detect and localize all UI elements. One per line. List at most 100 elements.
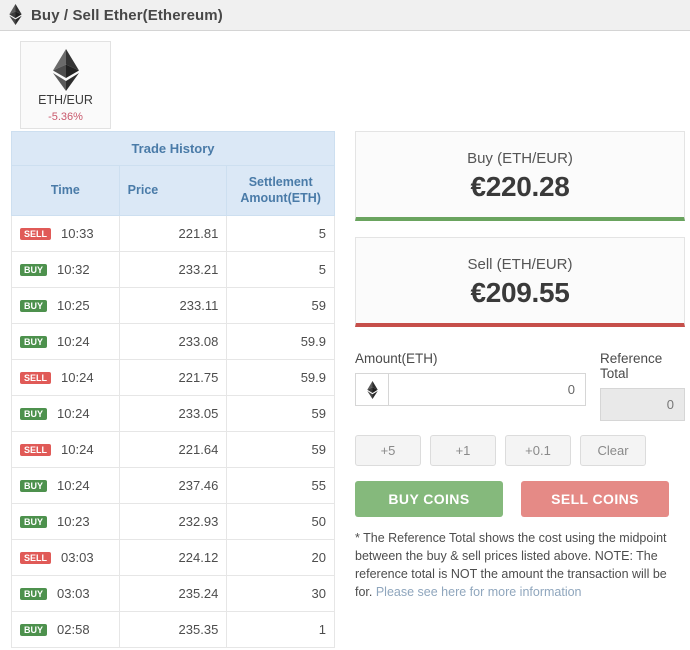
cell-time: BUY 03:03 [11,575,120,613]
amount-input[interactable] [388,373,586,406]
reference-total-input [600,388,685,421]
cell-time: SELL 03:03 [11,539,120,577]
amount-field-group: Amount(ETH) [355,351,586,421]
cell-time: BUY 10:24 [11,323,120,361]
more-information-link[interactable]: Please see here for more information [376,585,582,599]
side-badge: SELL [20,552,52,565]
ethereum-icon [52,48,80,92]
table-row: BUY 03:03 235.24 30 [11,575,335,613]
sell-coins-button[interactable]: SELL COINS [521,481,669,517]
column-header-time[interactable]: Time [11,164,120,217]
side-badge: BUY [20,480,48,493]
ethereum-icon [9,3,22,27]
buy-price-label: Buy (ETH/EUR) [467,150,573,167]
sell-price-label: Sell (ETH/EUR) [467,256,573,273]
cell-settlement-amount: 55 [226,467,335,505]
trade-time: 02:58 [57,622,90,638]
cell-time: SELL 10:33 [11,215,120,253]
trading-panel: Buy (ETH/EUR) €220.28 Sell (ETH/EUR) €20… [355,131,685,648]
cell-price: 235.35 [118,611,228,649]
cell-settlement-amount: 1 [226,611,335,649]
quick-amount-buttons: +5 +1 +0.1 Clear [355,435,685,466]
trade-time: 10:32 [57,262,90,278]
cell-price: 221.64 [118,431,228,469]
cell-price: 221.81 [118,215,228,253]
cell-settlement-amount: 50 [226,503,335,541]
side-badge: BUY [20,588,48,601]
currency-tile-pair: ETH/EUR [38,93,93,107]
table-header-row: Time Price Settlement Amount(ETH) [11,164,335,217]
reference-total-label: Reference Total [600,351,663,381]
trade-time: 10:25 [57,298,90,314]
cell-time: SELL 10:24 [11,359,120,397]
cell-time: SELL 10:24 [11,431,120,469]
cell-settlement-amount: 30 [226,575,335,613]
cell-settlement-amount: 59 [226,431,335,469]
cell-price: 221.75 [118,359,228,397]
buy-coins-button[interactable]: BUY COINS [355,481,503,517]
trade-history-body: SELL 10:33 221.81 5 BUY 10:32 233.21 5 BUY 10:25 2… [11,215,335,649]
trade-time: 10:23 [57,514,90,530]
quick-amount-button-clear[interactable]: Clear [580,435,646,466]
trade-history-title: Trade History [11,131,335,166]
side-badge: BUY [20,624,48,637]
quick-amount-button-5[interactable]: +5 [355,435,421,466]
cell-time: BUY 10:32 [11,251,120,289]
trade-time: 10:24 [61,442,94,458]
cell-price: 233.05 [118,395,228,433]
reference-total-group: Reference Total [600,351,685,421]
cell-settlement-amount: 5 [226,215,335,253]
cell-time: BUY 10:25 [11,287,120,325]
cell-settlement-amount: 59 [226,395,335,433]
trade-time: 03:03 [57,586,90,602]
cell-price: 237.46 [118,467,228,505]
quick-amount-button-1[interactable]: +1 [430,435,496,466]
cell-price: 232.93 [118,503,228,541]
side-badge: BUY [20,300,48,313]
cell-time: BUY 10:24 [11,395,120,433]
cell-settlement-amount: 59.9 [226,359,335,397]
currency-tile-eth-eur[interactable]: ETH/EUR -5.36% [20,41,111,129]
buy-price-card: Buy (ETH/EUR) €220.28 [355,131,685,221]
main-content: Trade History Time Price Settlement Amou… [0,131,690,649]
table-row: SELL 10:24 221.75 59.9 [11,359,335,397]
table-row: BUY 02:58 235.35 1 [11,611,335,649]
trade-history-panel: Trade History Time Price Settlement Amou… [11,131,335,649]
column-header-price[interactable]: Price [118,164,228,217]
currency-tile-change: -5.36% [48,111,83,123]
table-row: BUY 10:25 233.11 59 [11,287,335,325]
cell-settlement-amount: 5 [226,251,335,289]
amount-label: Amount(ETH) [355,351,438,366]
sell-price-card: Sell (ETH/EUR) €209.55 [355,237,685,327]
cell-time: BUY 02:58 [11,611,120,649]
cell-price: 224.12 [118,539,228,577]
trade-time: 10:33 [61,226,94,242]
trade-time: 10:24 [57,334,90,350]
trade-history-table: Trade History Time Price Settlement Amou… [11,131,335,649]
side-badge: BUY [20,516,48,529]
side-badge: SELL [20,372,52,385]
column-header-settlement[interactable]: Settlement Amount(ETH) [226,164,335,217]
buy-price-value: €220.28 [470,171,570,202]
page-header: Buy / Sell Ether(Ethereum) [0,0,690,31]
table-row: SELL 03:03 224.12 20 [11,539,335,577]
side-badge: BUY [20,264,48,277]
cell-settlement-amount: 59.9 [226,323,335,361]
table-title-row: Trade History [11,131,335,166]
table-row: BUY 10:24 233.05 59 [11,395,335,433]
trade-time: 03:03 [61,550,94,566]
currency-tile-row: ETH/EUR -5.36% [0,31,690,131]
side-badge: SELL [20,444,52,457]
input-row: Amount(ETH) 0 Reference Total 0 [355,351,685,421]
table-row: SELL 10:33 221.81 5 [11,215,335,253]
quick-amount-button-0.1[interactable]: +0.1 [505,435,571,466]
page-title: Buy / Sell Ether(Ethereum) [31,6,223,24]
sell-price-value: €209.55 [470,277,570,308]
side-badge: BUY [20,336,48,349]
cell-settlement-amount: 59 [226,287,335,325]
side-badge: SELL [20,228,52,241]
table-row: SELL 10:24 221.64 59 [11,431,335,469]
table-row: BUY 10:32 233.21 5 [11,251,335,289]
table-row: BUY 10:23 232.93 50 [11,503,335,541]
cell-time: BUY 10:24 [11,467,120,505]
